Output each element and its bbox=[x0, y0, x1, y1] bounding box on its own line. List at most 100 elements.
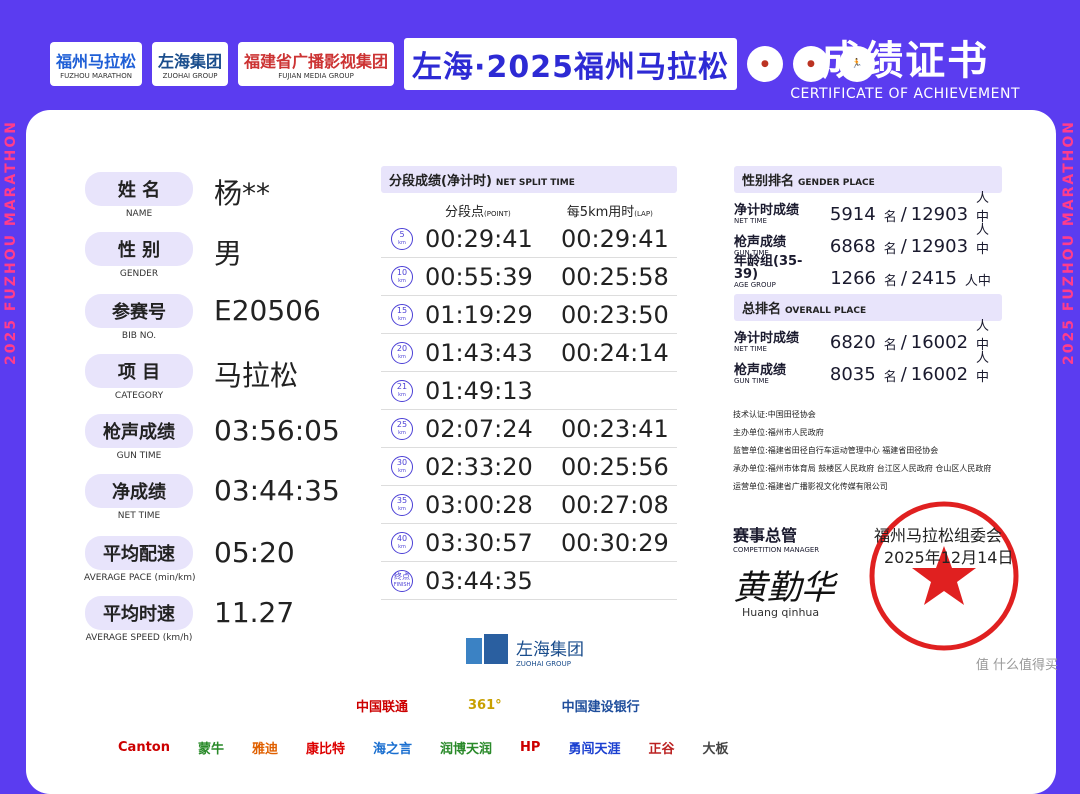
info-row: 姓 名 NAME 杨** bbox=[84, 172, 270, 219]
split-rows: 5 km 00:29:41 00:29:41 10 km 00:55:39 00:25:58 1… bbox=[381, 220, 677, 600]
info-label-en: GUN TIME bbox=[116, 451, 162, 461]
info-label-en: CATEGORY bbox=[114, 391, 164, 401]
event-title: 左海·2025福州马拉松 bbox=[404, 38, 737, 90]
split-lap-time: 00:30:29 bbox=[561, 528, 669, 557]
gender-place-header: 性别排名 GENDER PLACE bbox=[734, 166, 1002, 193]
sponsor-logo: 正谷 bbox=[648, 742, 675, 757]
split-point-time: 03:00:28 bbox=[425, 490, 533, 519]
rank-row: 净计时成绩 NET TIME 6820 名/16002 人中 bbox=[734, 319, 990, 353]
fuzhou-marathon-logo: 福州马拉松 FUZHOU MARATHON bbox=[50, 42, 143, 86]
rank-value: 6820 bbox=[829, 332, 876, 353]
split-column-heads: 分段点(POINT) 每5km用时(LAP) bbox=[381, 201, 677, 220]
info-label: 项 目 bbox=[85, 354, 193, 388]
organizer-line: 主办单位:福州市人民政府 bbox=[733, 428, 824, 437]
split-point-time: 00:55:39 bbox=[425, 262, 533, 291]
sponsor-logo: 大板 bbox=[702, 742, 729, 757]
header-bar: 福州马拉松 FUZHOU MARATHON 左海集团 ZUOHAI GROUP 福建… bbox=[0, 0, 1080, 110]
info-row: 性 别 GENDER 男 bbox=[84, 232, 242, 279]
split-times: 分段成绩(净计时) NET SPLIT TIME 分段点(POINT) 每5km用… bbox=[381, 166, 677, 600]
certificate-card: 姓 名 NAME 杨** 性 别 GENDER 男参赛号 BIB NO. E20506 项 目 C… bbox=[26, 110, 1056, 794]
rank-total: 2415 bbox=[911, 268, 957, 289]
split-point-time: 01:19:29 bbox=[425, 300, 533, 329]
side-band-left: 2025 FUZHOU MARATHON bbox=[0, 120, 22, 794]
certificate-heading: 成绩证书 CERTIFICATE OF ACHIEVEMENT bbox=[790, 28, 1020, 102]
split-lap-time: 00:24:14 bbox=[561, 338, 669, 367]
split-row: 21 km 01:49:13 bbox=[381, 372, 677, 410]
km-marker-icon: 35 km bbox=[391, 493, 413, 516]
split-lap-time: 00:23:50 bbox=[561, 300, 669, 329]
col-point: 分段点(POINT) bbox=[445, 205, 511, 220]
rank-total: 12903 bbox=[910, 236, 969, 257]
sponsor-logo: 中国建设银行 bbox=[561, 700, 640, 715]
info-label-en: AVERAGE SPEED (km/h) bbox=[85, 633, 193, 643]
km-marker-icon: 40 km bbox=[391, 531, 413, 554]
sponsors-row-1: 中国联通 361° 中国建设银行 bbox=[356, 696, 640, 715]
km-marker-icon: 21 km bbox=[391, 379, 413, 402]
stamp-date: 2025年12月14日 bbox=[884, 548, 1014, 567]
split-lap-time: 00:27:08 bbox=[561, 490, 669, 519]
rank-row: 年龄组(35-39) AGE GROUP 1266 名/2415 人中 bbox=[734, 254, 991, 289]
split-row: 30 km 02:33:20 00:25:56 bbox=[381, 448, 677, 486]
rank-total: 12903 bbox=[910, 204, 969, 225]
split-row: 35 km 03:00:28 00:27:08 bbox=[381, 486, 677, 524]
side-text-right: 2025 FUZHOU MARATHON bbox=[1061, 120, 1077, 365]
info-value: 05:20 bbox=[214, 536, 295, 569]
info-value: 男 bbox=[214, 237, 243, 270]
sponsor-logo: 康比特 bbox=[306, 742, 346, 757]
info-value: 11.27 bbox=[214, 596, 295, 629]
organizer-line: 运营单位:福建省广播影视文化传媒有限公司 bbox=[733, 482, 888, 491]
rank-row: 枪声成绩 GUN TIME 6868 名/12903 人中 bbox=[734, 223, 990, 257]
split-lap-time: 00:25:58 bbox=[561, 262, 669, 291]
rank-row: 净计时成绩 NET TIME 5914 名/12903 人中 bbox=[734, 191, 990, 225]
split-point-time: 02:07:24 bbox=[425, 414, 533, 443]
split-point-time: 03:44:35 bbox=[425, 566, 533, 595]
info-label: 姓 名 bbox=[85, 172, 193, 206]
info-label: 平均时速 bbox=[85, 596, 193, 630]
km-marker-icon: 终点 FINISH bbox=[391, 569, 413, 592]
overall-place-header: 总排名 OVERALL PLACE bbox=[734, 294, 1002, 321]
km-marker-icon: 20 km bbox=[391, 341, 413, 364]
info-label: 参赛号 bbox=[85, 294, 193, 328]
sponsor-logo: 蒙牛 bbox=[197, 742, 224, 757]
info-label-en: GENDER bbox=[119, 269, 159, 279]
info-label-en: BIB NO. bbox=[121, 331, 157, 341]
cert-title-en: CERTIFICATE OF ACHIEVEMENT bbox=[790, 86, 1020, 102]
split-header: 分段成绩(净计时) NET SPLIT TIME bbox=[381, 166, 677, 193]
rank-total: 16002 bbox=[910, 332, 969, 353]
info-label: 枪声成绩 bbox=[85, 414, 193, 448]
manager-signature: 黄勤华 bbox=[733, 568, 835, 608]
sponsor-logo: 海之言 bbox=[373, 742, 413, 757]
sponsor-logo: Canton bbox=[118, 740, 170, 755]
info-value: E20506 bbox=[214, 294, 321, 327]
info-value: 马拉松 bbox=[214, 359, 299, 392]
split-row: 终点 FINISH 03:44:35 bbox=[381, 562, 677, 600]
competition-manager: 赛事总管 COMPETITION MANAGER bbox=[733, 522, 819, 554]
info-row: 平均时速 AVERAGE SPEED (km/h) 11.27 bbox=[84, 596, 294, 643]
km-marker-icon: 30 km bbox=[391, 455, 413, 478]
info-row: 枪声成绩 GUN TIME 03:56:05 bbox=[84, 414, 340, 461]
split-point-time: 00:29:41 bbox=[425, 224, 533, 253]
split-point-time: 01:43:43 bbox=[425, 338, 533, 367]
watermark: 值 什么值得买 bbox=[975, 658, 1058, 673]
split-row: 15 km 01:19:29 00:23:50 bbox=[381, 296, 677, 334]
split-point-time: 01:49:13 bbox=[425, 376, 533, 405]
km-marker-icon: 5 km bbox=[391, 227, 413, 250]
sponsor-logo: 雅迪 bbox=[251, 742, 278, 757]
title-sponsor: 左海集团 ZUOHAI GROUP bbox=[466, 634, 584, 668]
info-label: 净成绩 bbox=[85, 474, 193, 508]
organizer-line: 技术认证:中国田径协会 bbox=[733, 410, 816, 419]
info-value: 03:56:05 bbox=[214, 414, 340, 447]
organizers: 技术认证:中国田径协会 主办单位:福州市人民政府 监管单位:福建省田径自行车运动管理… bbox=[733, 406, 991, 496]
split-row: 25 km 02:07:24 00:23:41 bbox=[381, 410, 677, 448]
manager-name: Huang qinhua bbox=[742, 606, 820, 619]
split-lap-time: 00:25:56 bbox=[561, 452, 669, 481]
split-lap-time: 00:23:41 bbox=[561, 414, 669, 443]
split-row: 20 km 01:43:43 00:24:14 bbox=[381, 334, 677, 372]
info-label-en: NAME bbox=[125, 209, 153, 219]
rank-total: 16002 bbox=[910, 364, 969, 385]
seal-logo-1: ● bbox=[746, 46, 783, 82]
rank-value: 1266 bbox=[830, 268, 876, 289]
split-point-time: 02:33:20 bbox=[425, 452, 533, 481]
manager-title-en: COMPETITION MANAGER bbox=[733, 546, 820, 554]
split-row: 10 km 00:55:39 00:25:58 bbox=[381, 258, 677, 296]
